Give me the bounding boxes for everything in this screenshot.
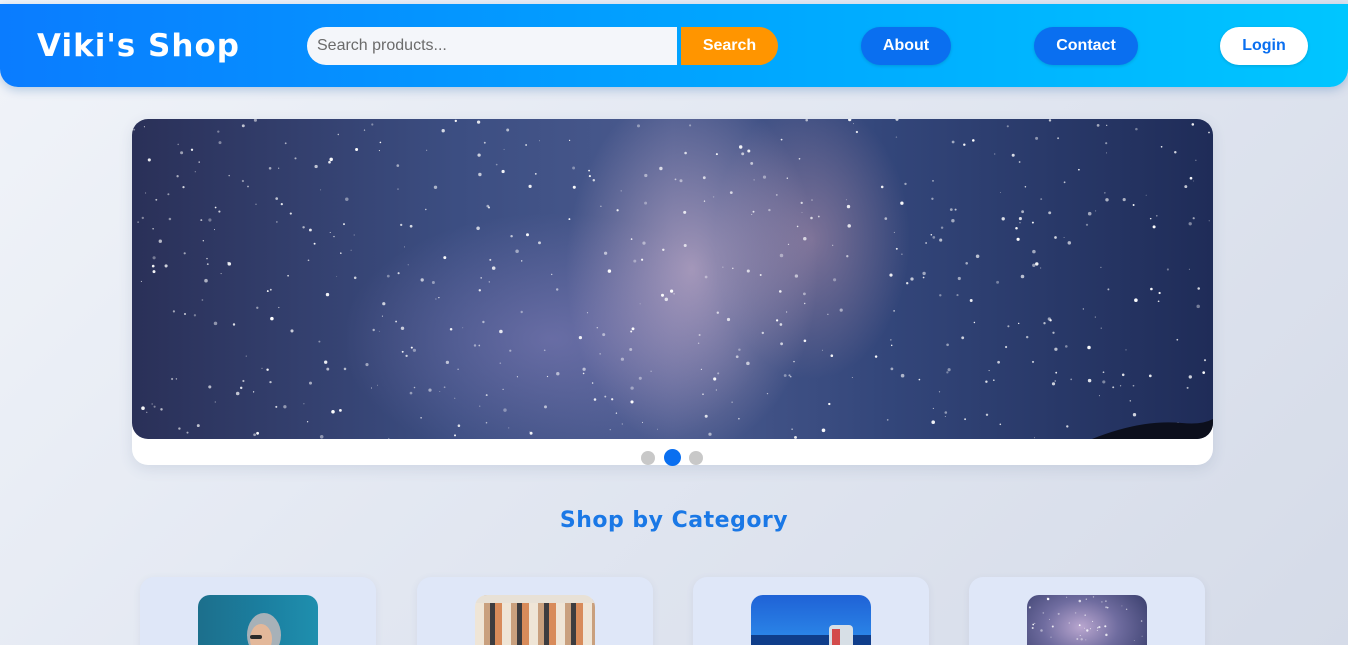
carousel-slide-image[interactable] [132, 119, 1213, 439]
category-card-4[interactable] [969, 577, 1205, 645]
hero-carousel [132, 119, 1213, 467]
search-input[interactable] [307, 27, 677, 65]
starfield-image [133, 119, 1213, 439]
category-image-space [1027, 595, 1147, 645]
carousel-dot-3[interactable] [689, 451, 703, 465]
login-button[interactable]: Login [1220, 27, 1308, 65]
category-image-person [198, 595, 318, 645]
night-sky-photo [1028, 596, 1143, 641]
category-image-clothes [475, 595, 595, 645]
clothes-rack-photo [475, 595, 595, 603]
carousel-dots [132, 449, 1213, 467]
category-image-beach [751, 595, 871, 645]
section-title-categories: Shop by Category [559, 508, 789, 533]
category-card-2[interactable] [417, 577, 653, 645]
nav-contact-button[interactable]: Contact [1034, 27, 1138, 65]
search-button[interactable]: Search [681, 27, 778, 65]
category-card-1[interactable] [140, 577, 376, 645]
carousel-dot-1[interactable] [641, 451, 655, 465]
nav-about-button[interactable]: About [861, 27, 951, 65]
beach-photo [751, 625, 871, 645]
carousel-dot-2[interactable] [664, 449, 681, 466]
category-card-3[interactable] [693, 577, 929, 645]
site-header: Viki's Shop Search About Contact Login [0, 4, 1348, 87]
person-in-hood-photo [247, 613, 281, 645]
site-logo[interactable]: Viki's Shop [37, 28, 240, 64]
